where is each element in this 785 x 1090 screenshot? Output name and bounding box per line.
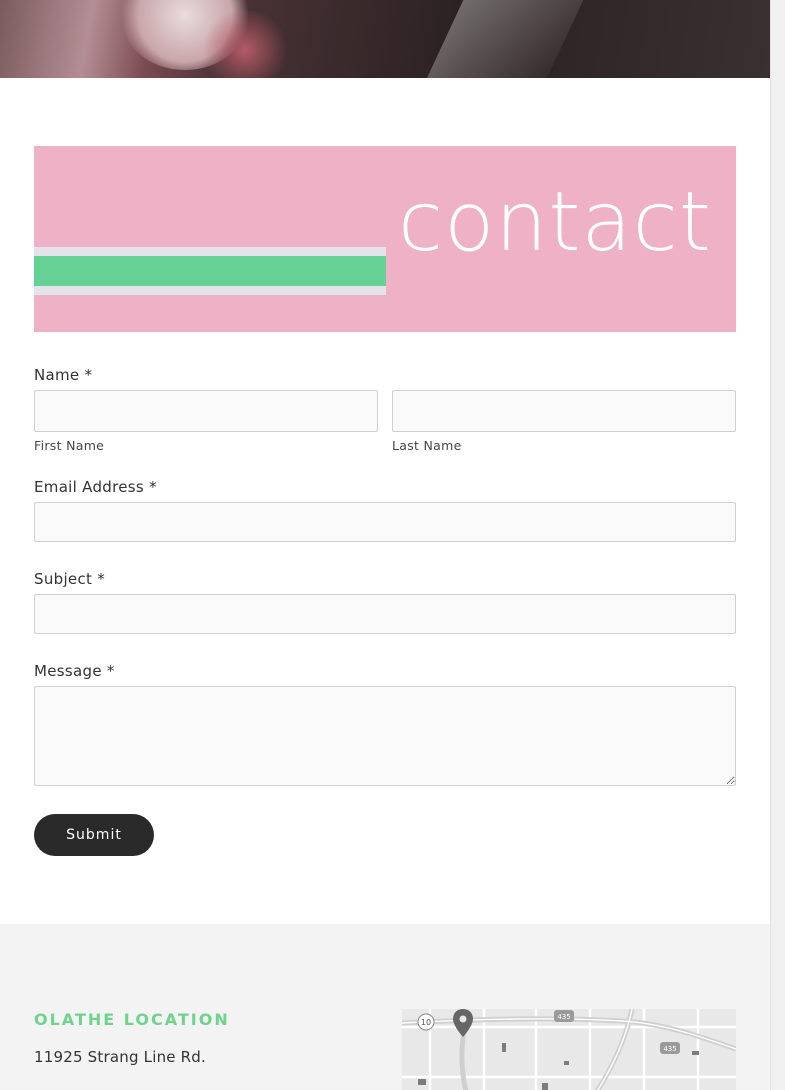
first-name-input[interactable] [34, 390, 378, 432]
submit-button[interactable]: Submit [34, 814, 154, 856]
hero-image [0, 0, 770, 78]
banner-green-stripe [34, 256, 386, 286]
required-mark: * [97, 570, 106, 588]
location-map[interactable]: 10 435 435 [402, 1009, 736, 1090]
map-graphic: 10 435 435 [402, 1009, 736, 1090]
scrollbar[interactable] [770, 0, 785, 1090]
required-mark: * [84, 366, 93, 384]
footer: OLATHE LOCATION 11925 Strang Line Rd. 10… [0, 924, 770, 1090]
svg-text:10: 10 [421, 1018, 431, 1027]
highway-shield: 10 [417, 1013, 435, 1031]
message-label: Message * [34, 662, 115, 680]
last-name-input[interactable] [392, 390, 736, 432]
banner-word: contact [398, 175, 712, 270]
last-name-sublabel: Last Name [392, 438, 462, 453]
subject-label: Subject * [34, 570, 106, 588]
name-label: Name * [34, 366, 93, 384]
required-mark: * [149, 478, 157, 496]
message-textarea[interactable] [34, 686, 736, 786]
email-label: Email Address * [34, 478, 157, 496]
svg-text:435: 435 [663, 1045, 676, 1053]
first-name-sublabel: First Name [34, 438, 105, 453]
highway-shield: 435 [660, 1042, 680, 1054]
required-mark: * [106, 662, 115, 680]
subject-input[interactable] [34, 594, 736, 634]
location-title: OLATHE LOCATION [34, 1010, 230, 1029]
contact-banner: contact [34, 146, 736, 332]
highway-shield: 435 [554, 1010, 574, 1022]
email-input[interactable] [34, 502, 736, 542]
location-address: 11925 Strang Line Rd. [34, 1048, 206, 1066]
svg-text:435: 435 [557, 1013, 570, 1021]
